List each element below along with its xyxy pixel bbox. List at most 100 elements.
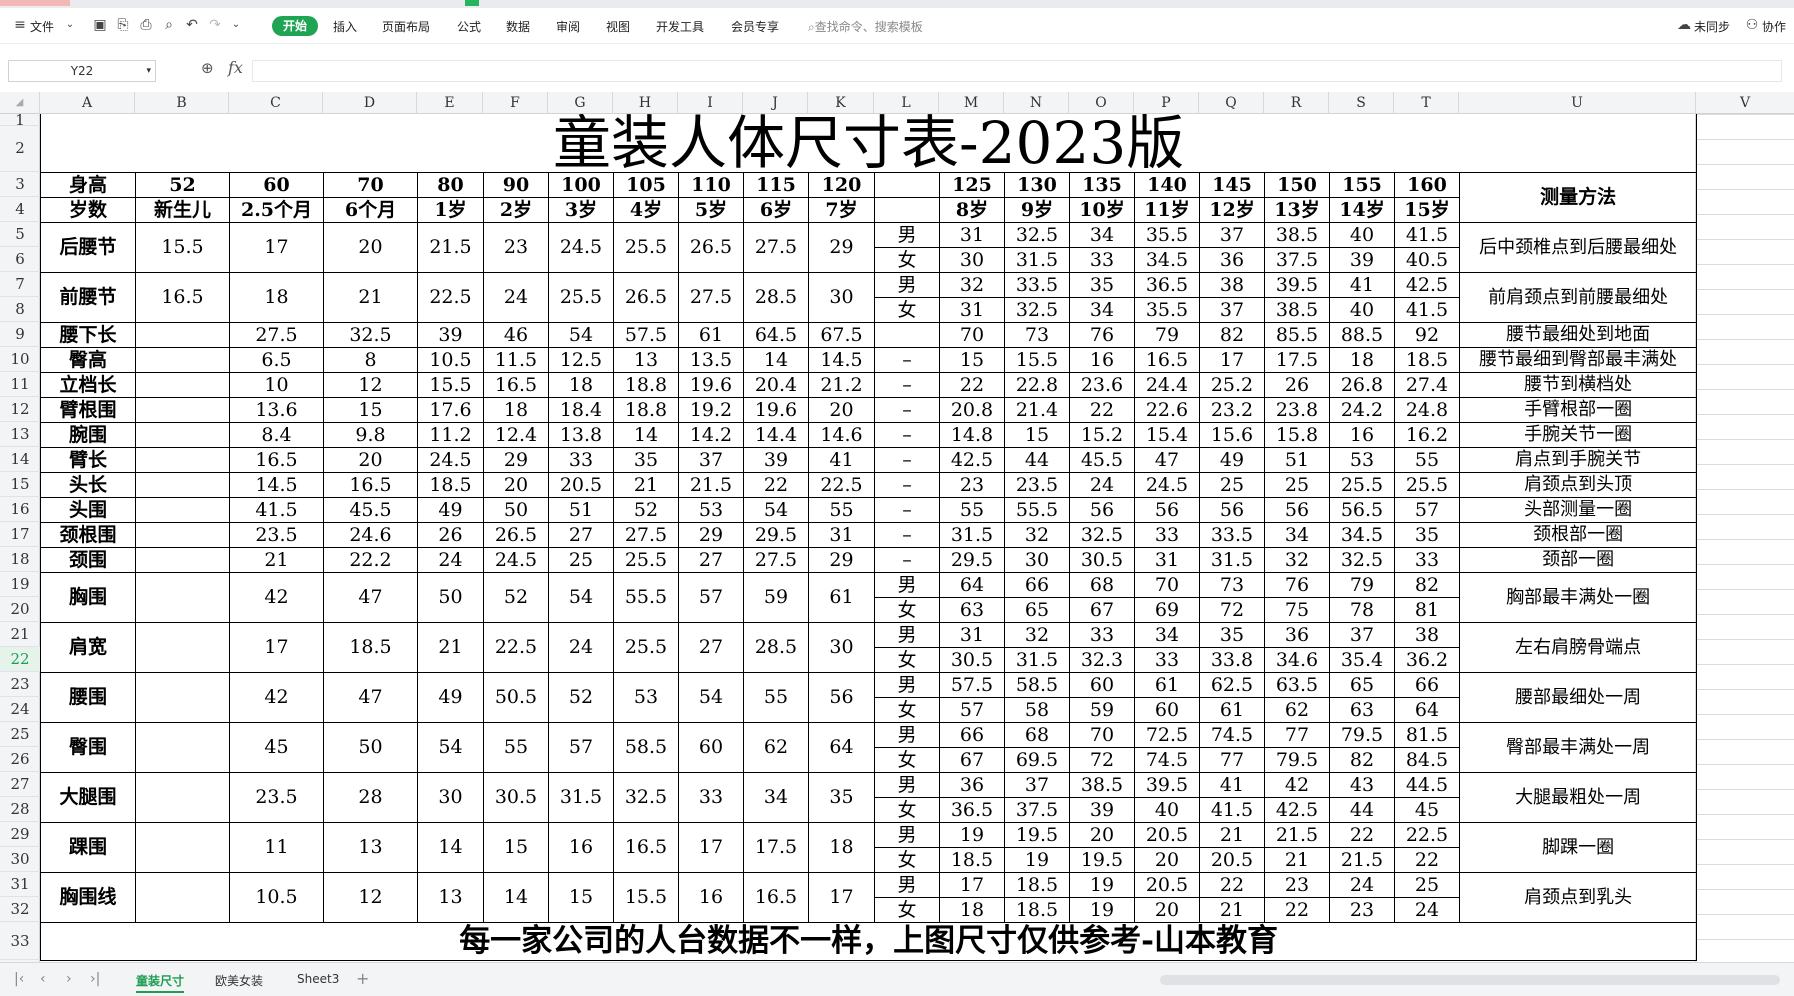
size-value-male[interactable]: 77: [1264, 722, 1330, 748]
size-value-female[interactable]: 18.5: [1004, 897, 1070, 923]
height-value[interactable]: 100: [548, 172, 614, 198]
size-value[interactable]: 15: [939, 347, 1005, 373]
size-value[interactable]: 32.5: [1329, 547, 1395, 573]
size-value[interactable]: 23.5: [229, 522, 324, 548]
measurement-method[interactable]: 大腿最粗处一周: [1458, 772, 1698, 823]
size-value-female[interactable]: 41.5: [1394, 297, 1460, 323]
size-value[interactable]: 14: [743, 347, 809, 373]
size-value-male[interactable]: 68: [1004, 722, 1070, 748]
size-value[interactable]: 9.8: [323, 422, 418, 448]
size-value-female[interactable]: 37.5: [1004, 797, 1070, 823]
size-value-male[interactable]: 21: [1199, 822, 1265, 848]
row-header-8[interactable]: 8: [0, 297, 40, 322]
age-value[interactable]: 3岁: [548, 197, 614, 223]
size-value[interactable]: 42.5: [939, 447, 1005, 473]
size-value-female[interactable]: 36.5: [939, 797, 1005, 823]
column-header-P[interactable]: P: [1134, 92, 1199, 114]
size-value[interactable]: 41.5: [229, 497, 324, 523]
size-value[interactable]: 30.5: [1069, 547, 1135, 573]
size-value[interactable]: 23.5: [229, 772, 324, 823]
size-value-female[interactable]: 19: [1004, 847, 1070, 873]
size-value[interactable]: 21.2: [808, 372, 875, 398]
row-header-9[interactable]: 9: [0, 322, 40, 347]
size-value-male[interactable]: 82: [1394, 572, 1460, 598]
height-value[interactable]: 90: [483, 172, 549, 198]
size-value-male[interactable]: 79.5: [1329, 722, 1395, 748]
size-value[interactable]: 14.4: [743, 422, 809, 448]
size-value-female[interactable]: 72: [1199, 597, 1265, 623]
size-value-female[interactable]: 19.5: [1069, 847, 1135, 873]
size-value[interactable]: 26.5: [613, 272, 679, 323]
row-header-33[interactable]: 33: [0, 922, 40, 960]
size-value[interactable]: 57: [548, 722, 614, 773]
size-value[interactable]: 20.8: [939, 397, 1005, 423]
size-value[interactable]: 13: [323, 822, 418, 873]
size-value[interactable]: 25: [1199, 472, 1265, 498]
size-value[interactable]: 64.5: [743, 322, 809, 348]
size-value[interactable]: 17.5: [743, 822, 809, 873]
size-value[interactable]: 15.4: [1134, 422, 1200, 448]
size-value[interactable]: 12: [323, 872, 418, 923]
size-value[interactable]: 54: [678, 672, 744, 723]
column-header-M[interactable]: M: [939, 92, 1004, 114]
measurement-label[interactable]: 头围: [40, 497, 136, 523]
size-value-male[interactable]: 35: [1199, 622, 1265, 648]
export-pdf-icon[interactable]: ⎘: [115, 17, 131, 33]
measurement-method[interactable]: 脚踝一圈: [1458, 822, 1698, 873]
size-value-female[interactable]: 21: [1264, 847, 1330, 873]
age-value[interactable]: 10岁: [1069, 197, 1135, 223]
gender-male[interactable]: 男: [874, 572, 940, 598]
size-value[interactable]: 57: [678, 572, 744, 623]
size-value[interactable]: 33.5: [1199, 522, 1265, 548]
size-value[interactable]: 16.5: [613, 822, 679, 873]
age-value[interactable]: 新生儿: [135, 197, 230, 223]
size-value[interactable]: 21.4: [1004, 397, 1070, 423]
measurement-label[interactable]: 腰下长: [40, 322, 136, 348]
measurement-method[interactable]: 左右肩膀骨端点: [1458, 622, 1698, 673]
measurement-label[interactable]: 后腰节: [40, 222, 136, 273]
method-header[interactable]: 测量方法: [1458, 172, 1698, 223]
size-value[interactable]: 45: [229, 722, 324, 773]
size-value[interactable]: 10.5: [229, 872, 324, 923]
size-value[interactable]: 22: [1069, 397, 1135, 423]
user-collab-icon[interactable]: ⚇: [1744, 17, 1760, 33]
size-value[interactable]: 12.4: [483, 422, 549, 448]
column-header-I[interactable]: I: [678, 92, 743, 114]
size-value-female[interactable]: 19: [1069, 897, 1135, 923]
tab-start[interactable]: 开始: [272, 16, 318, 36]
command-search[interactable]: ⌕查找命令、搜索模板: [808, 18, 923, 35]
height-value[interactable]: 135: [1069, 172, 1135, 198]
size-value[interactable]: 24: [483, 272, 549, 323]
size-value[interactable]: 8: [323, 347, 418, 373]
dash-mark[interactable]: –: [874, 347, 940, 373]
size-value[interactable]: 10.5: [417, 347, 484, 373]
row-header-17[interactable]: 17: [0, 522, 40, 547]
dash-mark[interactable]: –: [874, 397, 940, 423]
size-value[interactable]: 27: [548, 522, 614, 548]
size-value[interactable]: 18: [483, 397, 549, 423]
size-value[interactable]: 24.5: [548, 222, 614, 273]
size-value-male[interactable]: 23: [1264, 872, 1330, 898]
size-value-male[interactable]: 66: [939, 722, 1005, 748]
size-value[interactable]: 13.8: [548, 422, 614, 448]
column-header-D[interactable]: D: [323, 92, 417, 114]
size-value[interactable]: 23.2: [1199, 397, 1265, 423]
size-value[interactable]: 55.5: [1004, 497, 1070, 523]
size-value[interactable]: 55.5: [613, 572, 679, 623]
size-value-male[interactable]: 20: [1069, 822, 1135, 848]
size-value[interactable]: [135, 622, 230, 673]
print-icon[interactable]: ⎙: [138, 17, 154, 33]
gender-female[interactable]: 女: [874, 697, 940, 723]
column-header-S[interactable]: S: [1329, 92, 1394, 114]
size-value-male[interactable]: 25: [1394, 872, 1460, 898]
size-value[interactable]: 21.5: [417, 222, 484, 273]
row-header-15[interactable]: 15: [0, 472, 40, 497]
size-value[interactable]: 54: [548, 572, 614, 623]
size-value[interactable]: 24.8: [1394, 397, 1460, 423]
size-value[interactable]: 30: [1004, 547, 1070, 573]
size-value[interactable]: 55: [483, 722, 549, 773]
horizontal-scrollbar[interactable]: [1160, 975, 1780, 985]
tab-developer[interactable]: 开发工具: [656, 18, 704, 35]
gender-male[interactable]: 男: [874, 622, 940, 648]
age-value[interactable]: 1岁: [417, 197, 484, 223]
